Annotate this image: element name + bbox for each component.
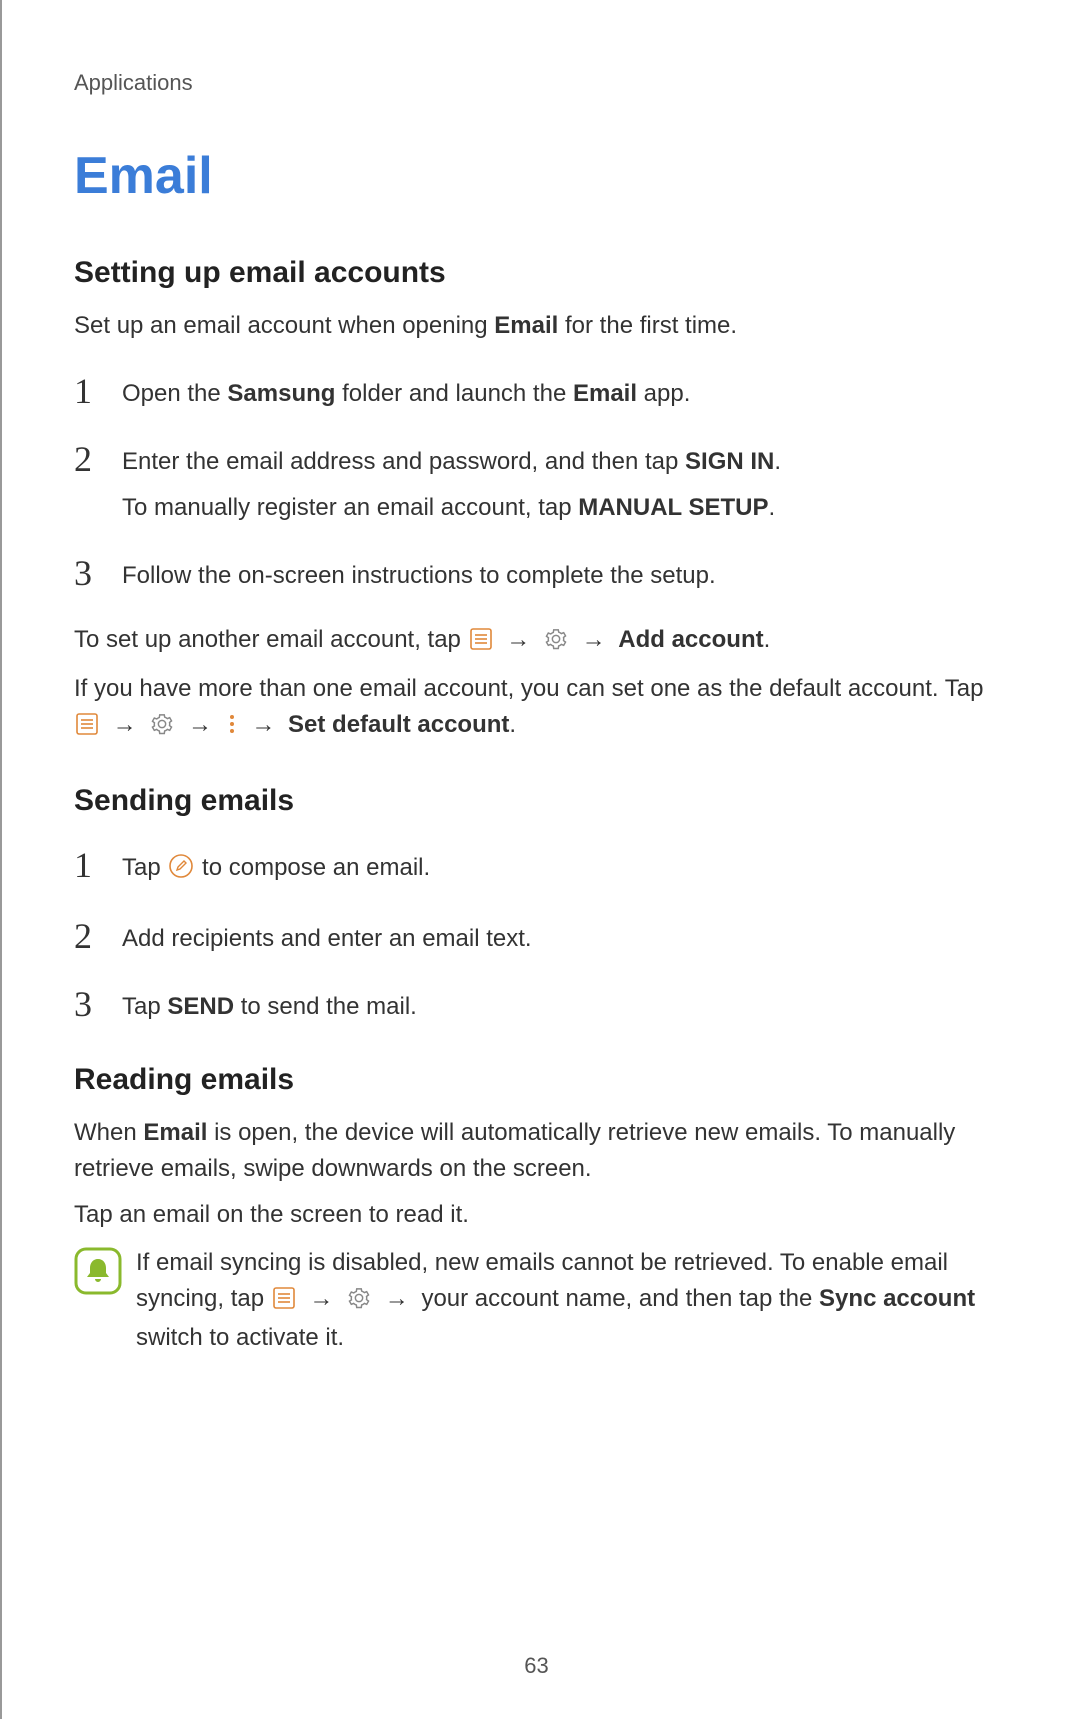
text: If you have more than one email account,… [74, 675, 983, 702]
compose-icon [169, 853, 193, 889]
bell-icon [74, 1247, 122, 1295]
text-bold: Email [494, 312, 558, 339]
list-item: 3 Follow the on-screen instructions to c… [74, 554, 1011, 594]
text: Tap [122, 854, 167, 881]
text: Enter the email address and password, an… [122, 448, 685, 475]
text-bold: SEND [167, 993, 234, 1020]
another-account-text: To set up another email account, tap → →… [74, 622, 1011, 661]
text: . [764, 626, 771, 653]
text: . [774, 448, 781, 475]
text: to compose an email. [202, 854, 430, 881]
arrow-icon: → [188, 711, 212, 738]
text: app. [637, 380, 690, 407]
subheading-sending: Sending emails [74, 784, 1011, 818]
intro-text: Set up an email account when opening Ema… [74, 308, 1011, 344]
page-title: Email [74, 146, 1011, 206]
arrow-icon: → [385, 1285, 409, 1312]
step-number: 3 [74, 985, 122, 1025]
text-bold: Samsung [227, 380, 335, 407]
arrow-icon: → [251, 711, 275, 738]
text-bold: Sync account [819, 1285, 975, 1312]
list-item: 3 Tap SEND to send the mail. [74, 985, 1011, 1025]
step-content: Add recipients and enter an email text. [122, 917, 1011, 957]
menu-icon [273, 1284, 295, 1320]
step-content: Enter the email address and password, an… [122, 440, 1011, 526]
arrow-icon: → [582, 626, 606, 653]
step-content: Tap SEND to send the mail. [122, 985, 1011, 1025]
text: is open, the device will automatically r… [74, 1119, 955, 1182]
gear-icon [348, 1284, 370, 1320]
reading-text-1: When Email is open, the device will auto… [74, 1115, 1011, 1187]
text: . [509, 711, 516, 738]
gear-icon [545, 625, 567, 661]
text: When [74, 1119, 143, 1146]
arrow-icon: → [113, 711, 137, 738]
menu-icon [76, 710, 98, 746]
text: Set up an email account when opening [74, 312, 494, 339]
text-bold: SIGN IN [685, 448, 774, 475]
menu-icon [470, 625, 492, 661]
subheading-reading: Reading emails [74, 1063, 1011, 1097]
step-content: Tap to compose an email. [122, 846, 1011, 889]
text-bold: MANUAL SETUP [578, 494, 768, 521]
text: Open the [122, 380, 227, 407]
step-number: 2 [74, 917, 122, 957]
list-item: 2 Enter the email address and password, … [74, 440, 1011, 526]
more-icon [227, 710, 237, 746]
arrow-icon: → [309, 1285, 333, 1312]
text: . [768, 494, 775, 521]
text: for the first time. [558, 312, 737, 339]
setup-steps: 1 Open the Samsung folder and launch the… [74, 372, 1011, 594]
list-item: 1 Tap to compose an email. [74, 846, 1011, 889]
text-bold: Add account [618, 626, 763, 653]
text: your account name, and then tap the [421, 1285, 819, 1312]
list-item: 1 Open the Samsung folder and launch the… [74, 372, 1011, 412]
step-content: Follow the on-screen instructions to com… [122, 554, 1011, 594]
text-bold: Set default account [288, 711, 509, 738]
text-bold: Email [573, 380, 637, 407]
default-account-text: If you have more than one email account,… [74, 671, 1011, 746]
step-number: 2 [74, 440, 122, 480]
page-container: Applications Email Setting up email acco… [0, 0, 1071, 1719]
page-number: 63 [2, 1653, 1071, 1679]
reading-text-2: Tap an email on the screen to read it. [74, 1197, 1011, 1233]
step-number: 3 [74, 554, 122, 594]
text: folder and launch the [335, 380, 573, 407]
note-block: If email syncing is disabled, new emails… [74, 1245, 1011, 1356]
text: Tap [122, 993, 167, 1020]
text: to send the mail. [234, 993, 417, 1020]
header-label: Applications [74, 70, 1011, 96]
step-number: 1 [74, 372, 122, 412]
text: To manually register an email account, t… [122, 494, 578, 521]
text: switch to activate it. [136, 1324, 344, 1351]
note-text: If email syncing is disabled, new emails… [136, 1245, 1011, 1356]
sending-steps: 1 Tap to compose an email. 2 Add recipie… [74, 846, 1011, 1025]
list-item: 2 Add recipients and enter an email text… [74, 917, 1011, 957]
step-subtext: To manually register an email account, t… [122, 490, 1011, 526]
step-number: 1 [74, 846, 122, 886]
subheading-setup: Setting up email accounts [74, 256, 1011, 290]
text: To set up another email account, tap [74, 626, 468, 653]
arrow-icon: → [506, 626, 530, 653]
step-content: Open the Samsung folder and launch the E… [122, 372, 1011, 412]
text-bold: Email [143, 1119, 207, 1146]
gear-icon [151, 710, 173, 746]
